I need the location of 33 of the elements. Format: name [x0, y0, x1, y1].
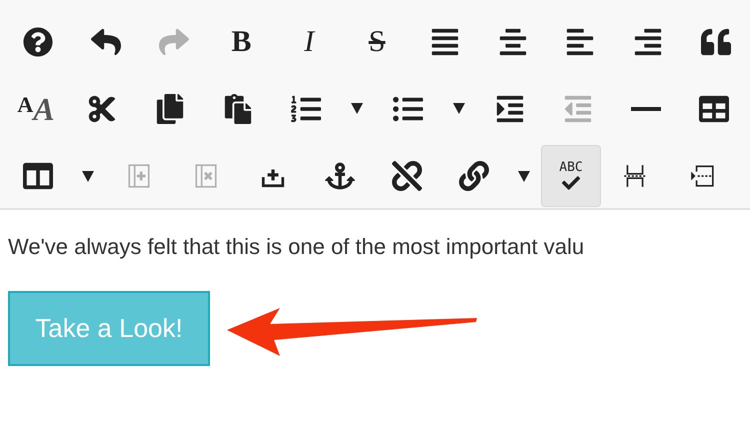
help-icon	[22, 26, 53, 57]
align-center-icon	[498, 26, 528, 57]
undo-icon	[90, 26, 121, 57]
delete-column-icon	[192, 163, 218, 190]
redo-icon	[158, 26, 189, 57]
check-icon	[562, 174, 580, 192]
outdent-icon	[563, 94, 593, 124]
table-icon	[699, 94, 729, 124]
align-justify-icon	[430, 26, 460, 57]
caret-icon	[82, 170, 94, 182]
align-left-icon	[565, 26, 596, 57]
align-right-icon	[633, 26, 664, 57]
page-break-icon	[622, 163, 648, 190]
link-icon	[458, 161, 488, 192]
caret-icon	[518, 170, 530, 182]
caret-icon	[453, 103, 465, 114]
unlink-icon	[392, 161, 422, 192]
paste-icon	[223, 94, 253, 124]
paragraph-text: We've always felt that this is one of the most important valu	[8, 233, 586, 260]
anchor-icon	[324, 161, 354, 192]
indent-icon	[495, 94, 525, 124]
scissors-icon	[87, 94, 117, 124]
spellcheck-button[interactable]: ABC	[541, 145, 601, 208]
numbered-list-icon	[291, 94, 321, 124]
italic-button[interactable]: I	[275, 12, 344, 72]
bold-button[interactable]: B	[207, 12, 276, 72]
copy-icon	[155, 94, 185, 124]
strikethrough-button[interactable]: S	[343, 12, 411, 72]
columns-icon	[22, 161, 52, 192]
add-column-icon	[126, 163, 152, 190]
quote-icon	[701, 26, 732, 57]
caret-icon	[351, 103, 363, 114]
template-icon	[688, 163, 714, 190]
